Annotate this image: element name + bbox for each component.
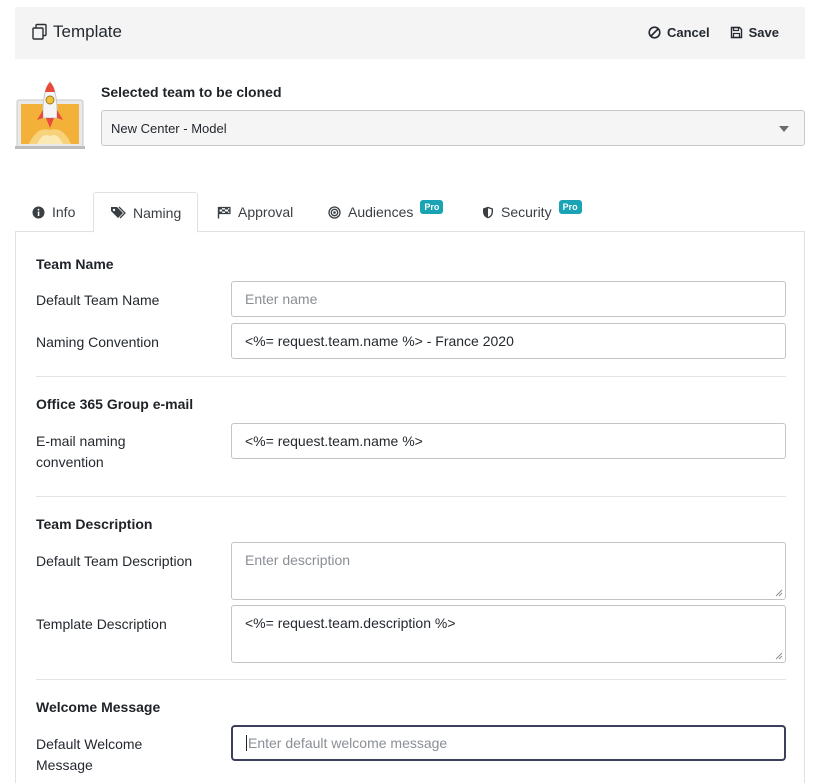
save-button[interactable]: Save bbox=[730, 25, 779, 40]
cancel-label: Cancel bbox=[666, 25, 710, 40]
page-title: Template bbox=[31, 22, 122, 42]
page-title-text: Template bbox=[53, 22, 122, 41]
tab-naming-label: Naming bbox=[133, 204, 182, 221]
save-label: Save bbox=[748, 25, 779, 40]
section-divider bbox=[36, 679, 786, 680]
welcome-message-placeholder: Enter default welcome message bbox=[248, 735, 448, 751]
section-title-welcome-message: Welcome Message bbox=[36, 699, 161, 715]
template-description-textarea[interactable]: <%= request.team.description %> bbox=[231, 605, 786, 663]
pro-badge: Pro bbox=[558, 200, 582, 214]
tags-icon bbox=[111, 206, 126, 219]
ban-icon bbox=[648, 26, 661, 39]
default-description-label: Default Team Description bbox=[36, 553, 193, 569]
template-description-label: Template Description bbox=[36, 616, 167, 632]
caret-down-icon bbox=[779, 126, 789, 132]
tab-info[interactable]: Info bbox=[32, 192, 75, 232]
naming-convention-input[interactable]: <%= request.team.name %> - France 2020 bbox=[231, 323, 786, 359]
email-naming-input[interactable]: <%= request.team.name %> bbox=[231, 423, 786, 459]
target-icon bbox=[328, 205, 341, 219]
section-title-team-name: Team Name bbox=[36, 256, 114, 272]
clone-icon bbox=[32, 23, 47, 40]
welcome-message-label: Default Welcome Message bbox=[36, 736, 143, 773]
template-description-value: <%= request.team.description %> bbox=[245, 615, 456, 631]
info-icon bbox=[32, 206, 45, 218]
default-description-textarea[interactable]: Enter description bbox=[231, 542, 786, 600]
rocket-logo bbox=[15, 81, 85, 149]
resize-grip-icon[interactable] bbox=[775, 652, 783, 660]
clone-source-label: Selected team to be cloned bbox=[101, 84, 282, 100]
pro-badge: Pro bbox=[420, 200, 444, 214]
tab-security[interactable]: Security Pro bbox=[482, 192, 582, 232]
team-select-value: New Center - Model bbox=[111, 121, 227, 136]
tab-approval[interactable]: Approval bbox=[217, 192, 293, 232]
text-cursor bbox=[246, 735, 247, 751]
tab-audiences-label: Audiences bbox=[348, 204, 414, 220]
team-select[interactable]: New Center - Model bbox=[101, 110, 805, 146]
default-team-name-label: Default Team Name bbox=[36, 292, 160, 308]
page-header: Template Cancel Save bbox=[15, 7, 805, 59]
welcome-message-input[interactable]: Enter default welcome message bbox=[231, 725, 786, 761]
flag-icon bbox=[217, 206, 231, 218]
cancel-button[interactable]: Cancel bbox=[648, 25, 710, 40]
default-description-placeholder: Enter description bbox=[245, 552, 351, 568]
section-title-team-description: Team Description bbox=[36, 516, 153, 532]
section-title-group-email: Office 365 Group e-mail bbox=[36, 396, 194, 412]
tab-security-label: Security bbox=[501, 204, 552, 220]
email-naming-value: <%= request.team.name %> bbox=[245, 433, 423, 449]
naming-panel: Team Name Default Team Name Enter name N… bbox=[15, 232, 805, 783]
shield-icon bbox=[483, 206, 493, 218]
resize-grip-icon[interactable] bbox=[775, 589, 783, 597]
tab-bar: Info Naming Approval Audiences Pro Secur… bbox=[15, 192, 805, 233]
tab-approval-label: Approval bbox=[238, 204, 294, 220]
floppy-disk-icon bbox=[730, 26, 742, 39]
default-team-name-input[interactable]: Enter name bbox=[231, 281, 786, 317]
naming-convention-value: <%= request.team.name %> - France 2020 bbox=[245, 333, 514, 349]
section-divider bbox=[36, 496, 786, 497]
email-naming-label: E-mail naming convention bbox=[36, 433, 126, 470]
tab-info-label: Info bbox=[52, 204, 76, 220]
tab-naming[interactable]: Naming bbox=[93, 192, 199, 233]
default-team-name-placeholder: Enter name bbox=[245, 291, 318, 307]
tab-audiences[interactable]: Audiences Pro bbox=[328, 192, 444, 232]
naming-convention-label: Naming Convention bbox=[36, 334, 159, 350]
section-divider bbox=[36, 376, 786, 377]
